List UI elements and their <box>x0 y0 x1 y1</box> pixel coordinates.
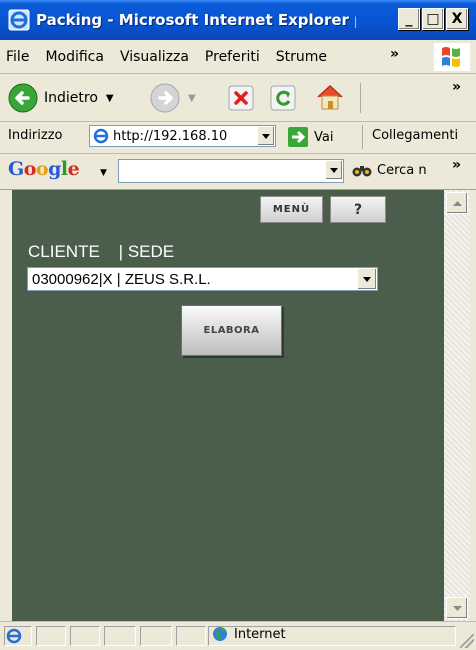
cliente-dropdown-button[interactable] <box>357 268 377 290</box>
google-cerca-label: Cerca n <box>377 162 427 178</box>
google-menu-dropdown-icon[interactable]: ▼ <box>100 168 107 178</box>
help-button[interactable]: ? <box>330 196 386 223</box>
zone-label: Internet <box>234 626 286 642</box>
links-button[interactable]: Collegamenti <box>372 128 458 143</box>
home-button[interactable] <box>314 81 346 116</box>
elabora-button[interactable]: ELABORA <box>181 305 282 356</box>
back-label: Indietro <box>44 90 98 106</box>
globe-icon <box>213 627 227 641</box>
maximize-button[interactable]: □ <box>422 8 444 30</box>
status-bar: Internet <box>0 621 476 650</box>
menu-modifica[interactable]: Modifica <box>45 49 104 65</box>
ie-app-icon[interactable] <box>8 9 30 31</box>
security-zone: Internet <box>212 626 286 642</box>
toolbar-chevron-icon[interactable]: » <box>452 79 461 95</box>
cliente-sede-label: CLIENTE | SEDE <box>28 242 175 261</box>
status-panel <box>104 626 136 646</box>
go-arrow-icon <box>288 127 308 147</box>
toolbar-separator <box>360 83 361 113</box>
cliente-select[interactable]: 03000962|X | ZEUS S.R.L. <box>27 267 378 291</box>
menu-button[interactable]: MENÙ <box>260 196 323 223</box>
standard-toolbar: Indietro ▼ ▼ » <box>0 75 476 122</box>
vertical-scrollbar[interactable] <box>444 190 470 621</box>
chevron-down-icon <box>330 167 338 173</box>
windows-logo-icon <box>434 43 470 71</box>
chevron-up-icon <box>452 200 462 206</box>
page-status-icon <box>6 628 22 644</box>
status-panel <box>36 626 66 646</box>
google-toolbar: Google ▼ Cerca n » <box>0 153 476 190</box>
google-logo[interactable]: Google <box>8 158 80 180</box>
resize-grip-icon[interactable] <box>460 634 474 648</box>
chevron-down-icon <box>363 276 371 282</box>
refresh-button[interactable] <box>270 85 296 114</box>
menu-bar: File Modifica Visualizza Preferiti Strum… <box>0 40 476 74</box>
back-button[interactable]: Indietro ▼ <box>8 83 114 113</box>
forward-dropdown-icon[interactable]: ▼ <box>188 93 196 104</box>
go-button[interactable]: Vai <box>287 126 333 148</box>
address-url: http://192.168.10 <box>113 128 228 144</box>
google-search-input[interactable] <box>118 159 344 183</box>
ie-page-icon <box>93 128 109 144</box>
forward-button[interactable]: ▼ <box>150 83 196 113</box>
window-title: Packing - Microsoft Internet Explorer pr… <box>36 11 356 29</box>
google-chevron-icon[interactable]: » <box>452 157 461 173</box>
status-panel <box>140 626 172 646</box>
menu-visualizza[interactable]: Visualizza <box>120 49 189 65</box>
scroll-down-button[interactable] <box>446 597 468 619</box>
address-label: Indirizzo <box>8 128 63 143</box>
address-bar: Indirizzo http://192.168.10 Vai Collegam… <box>0 121 476 154</box>
close-icon: X <box>451 11 463 27</box>
menu-chevron-icon[interactable]: » <box>390 46 399 62</box>
address-dropdown-button[interactable] <box>257 126 275 146</box>
scroll-up-button[interactable] <box>446 192 468 214</box>
menu-preferiti[interactable]: Preferiti <box>205 49 260 65</box>
stop-icon <box>228 85 254 111</box>
cliente-selected-value: 03000962|X | ZEUS S.R.L. <box>32 270 211 288</box>
ie-window: Packing - Microsoft Internet Explorer pr… <box>0 0 476 650</box>
binoculars-icon <box>352 166 372 177</box>
status-panel <box>70 626 100 646</box>
maximize-icon: □ <box>426 11 440 27</box>
page-content: MENÙ ? CLIENTE | SEDE 03000962|X | ZEUS … <box>12 190 444 621</box>
address-separator <box>362 125 363 149</box>
address-input[interactable]: http://192.168.10 <box>89 125 276 147</box>
title-bar: Packing - Microsoft Internet Explorer pr… <box>0 0 476 40</box>
chevron-down-icon <box>452 605 462 611</box>
stop-button[interactable] <box>228 85 254 114</box>
status-panel-page <box>4 626 32 646</box>
minimize-icon: _ <box>405 11 413 27</box>
back-dropdown-icon[interactable]: ▼ <box>106 93 114 104</box>
refresh-icon <box>270 85 296 111</box>
google-search-dropdown-button[interactable] <box>325 160 343 180</box>
status-panel <box>176 626 206 646</box>
go-label: Vai <box>314 129 334 145</box>
home-icon <box>317 84 343 110</box>
menu-strumenti[interactable]: Strume <box>276 49 327 65</box>
close-button[interactable]: X <box>446 8 468 30</box>
minimize-button[interactable]: _ <box>398 8 420 30</box>
menu-file[interactable]: File <box>6 49 29 65</box>
chevron-down-icon <box>262 133 270 139</box>
back-arrow-icon <box>8 83 38 113</box>
google-cerca-button[interactable]: Cerca n <box>352 162 437 178</box>
forward-arrow-icon <box>150 83 180 113</box>
